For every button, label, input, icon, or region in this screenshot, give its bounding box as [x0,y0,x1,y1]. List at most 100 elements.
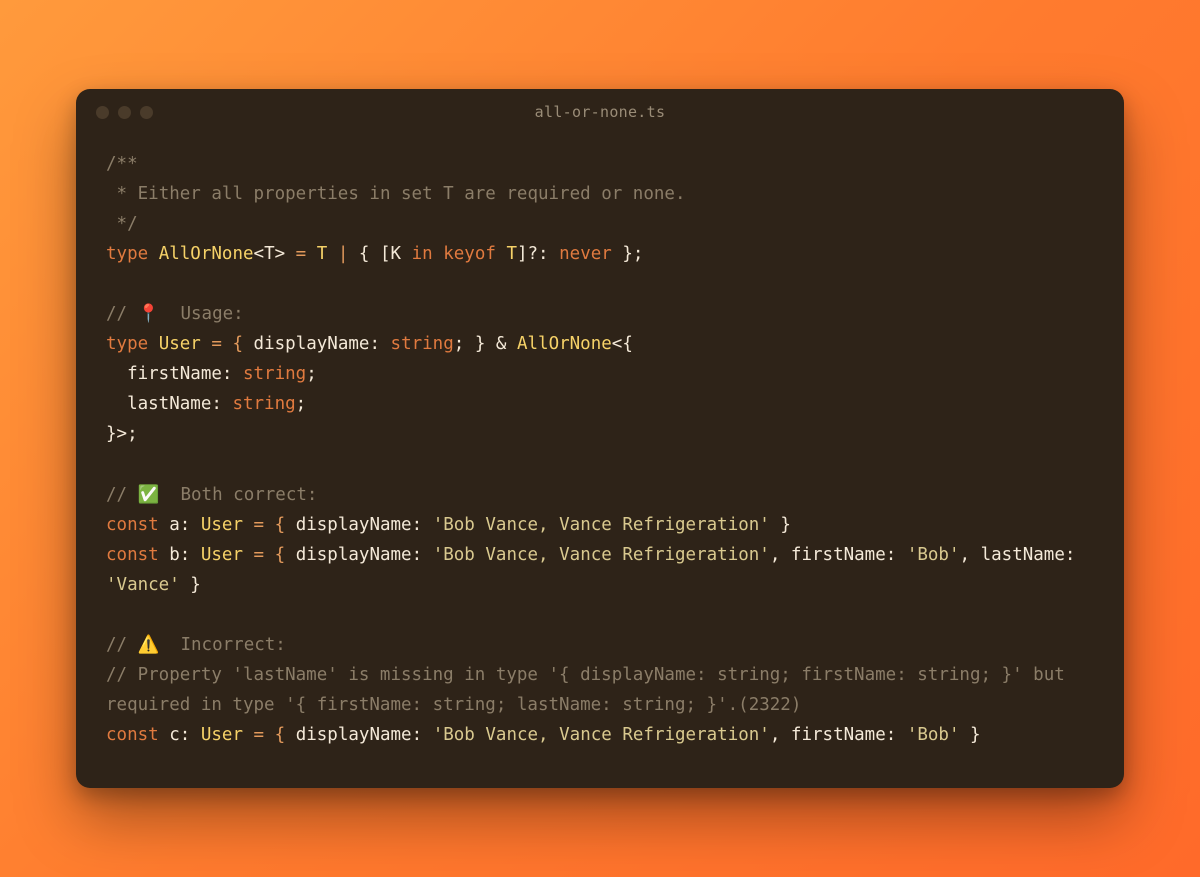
keyword: const [106,725,159,745]
string: 'Bob' [907,725,960,745]
window-controls [96,106,153,119]
type-ref: User [201,515,243,535]
keyword: never [559,244,612,264]
code-line: type User = { displayName: string; } & A… [106,329,1094,359]
close-icon[interactable] [96,106,109,119]
type-name: User [159,334,201,354]
comment: /** [106,154,138,174]
minimize-icon[interactable] [118,106,131,119]
comment: */ [106,214,138,234]
comment-text: Both correct: [159,485,317,505]
code-line: */ [106,209,1094,239]
keyword: const [106,545,159,565]
comment: // Property 'lastName' is missing in typ… [106,665,1075,715]
file-title: all-or-none.ts [76,103,1124,121]
generic: <T> [254,244,286,264]
comment: // ✅ Both correct: [106,485,317,505]
punct: { [K [359,244,412,264]
type-ref: User [201,545,243,565]
punct: } [770,515,791,535]
code-line: // ✅ Both correct: [106,480,1094,510]
punct: : [886,725,907,745]
property: displayName [254,334,370,354]
code-line: const a: User = { displayName: 'Bob Vanc… [106,510,1094,540]
comment: * Either all properties in set T are req… [106,184,686,204]
code-window: all-or-none.ts /** * Either all properti… [76,89,1124,789]
punct: : [412,725,433,745]
punct: ; } & [454,334,517,354]
op: = [285,244,317,264]
punct: } [180,575,201,595]
string: 'Bob Vance, Vance Refrigeration' [433,515,770,535]
blank-line [106,269,1094,299]
op: = { [243,515,296,535]
punct: : [412,515,433,535]
string: 'Bob Vance, Vance Refrigeration' [433,725,770,745]
code-line: /** [106,149,1094,179]
code-editor: /** * Either all properties in set T are… [76,135,1124,789]
string: 'Bob Vance, Vance Refrigeration' [433,545,770,565]
identifier: c [169,725,180,745]
keyword: type [106,244,148,264]
punct: , [960,545,981,565]
string: 'Vance' [106,575,180,595]
comment-text: Usage: [159,304,243,324]
code-line: // ⚠️ Incorrect: [106,630,1094,660]
code-line: firstName: string; [106,359,1094,389]
code-line: // Property 'lastName' is missing in typ… [106,660,1094,720]
identifier: b [169,545,180,565]
punct: , [770,545,791,565]
comment-prefix: // [106,304,138,324]
property: displayName [296,515,412,535]
identifier: a [169,515,180,535]
punct: : [180,725,201,745]
punct: , [770,725,791,745]
type-ref: T [317,244,328,264]
string: 'Bob' [907,545,960,565]
blank-line [106,600,1094,630]
punct: : [222,364,243,384]
titlebar: all-or-none.ts [76,89,1124,135]
maximize-icon[interactable] [140,106,153,119]
property: lastName [127,394,211,414]
property: displayName [296,545,412,565]
code-line: const b: User = { displayName: 'Bob Vanc… [106,540,1094,600]
punct: : [180,545,201,565]
keyword: string [391,334,454,354]
punct: }; [612,244,644,264]
keyword: string [232,394,295,414]
punct: : [886,545,907,565]
warning-icon: ⚠️ [138,635,160,655]
keyword: in [412,244,433,264]
keyword: type [106,334,148,354]
punct: ; [306,364,317,384]
punct: : [1065,545,1086,565]
punct: ]?: [517,244,559,264]
property: firstName [791,725,886,745]
property: displayName [296,725,412,745]
code-line: lastName: string; [106,389,1094,419]
comment-prefix: // [106,635,138,655]
code-line: type AllOrNone<T> = T | { [K in keyof T]… [106,239,1094,269]
keyword: keyof [433,244,507,264]
comment-prefix: // [106,485,138,505]
property: lastName [981,545,1065,565]
punct: }>; [106,424,138,444]
type-name: AllOrNone [159,244,254,264]
pin-icon: 📍 [138,304,160,324]
punct: : [369,334,390,354]
property: firstName [791,545,886,565]
comment: // 📍 Usage: [106,304,244,324]
indent [106,364,127,384]
check-icon: ✅ [138,485,160,505]
type-ref: T [506,244,517,264]
comment: // ⚠️ Incorrect: [106,635,286,655]
keyword: string [243,364,306,384]
code-line: }>; [106,419,1094,449]
type-ref: User [201,725,243,745]
op: = { [243,725,296,745]
comment-text: Incorrect: [159,635,285,655]
keyword: const [106,515,159,535]
code-line: * Either all properties in set T are req… [106,179,1094,209]
punct: : [211,394,232,414]
